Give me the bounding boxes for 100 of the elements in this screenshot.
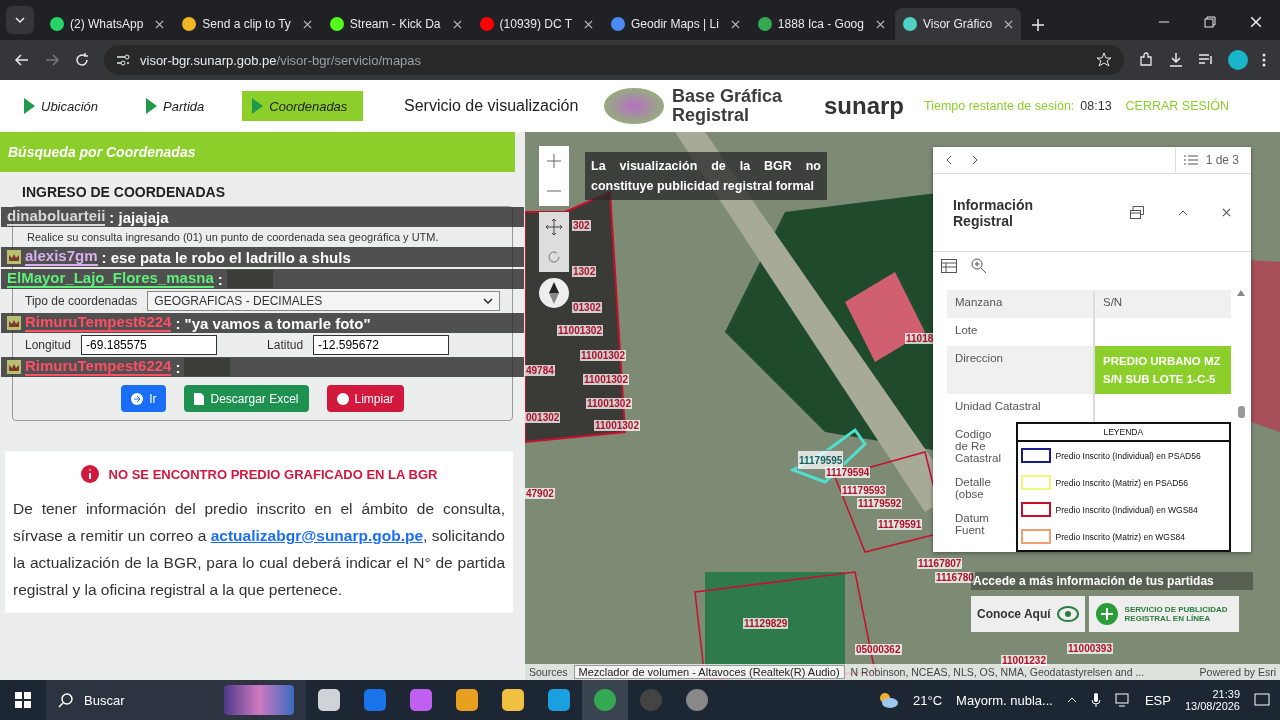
parcel-label: 11001302: [583, 374, 629, 385]
tray-expand-icon[interactable]: [1066, 697, 1077, 703]
language-indicator[interactable]: ESP: [1144, 692, 1171, 708]
legend-title: LEYENDA: [1017, 424, 1229, 442]
attribute-name: Datum Fuent: [954, 511, 990, 538]
scroll-thumb[interactable]: [1237, 406, 1245, 418]
go-button[interactable]: Ir: [121, 385, 167, 412]
restore-icon[interactable]: [1204, 16, 1216, 28]
parcel-label: 47902: [525, 488, 555, 499]
popup-title: Información Registral: [953, 196, 1035, 229]
address-bar[interactable]: visor-bgr.sunarp.gob.pe/visor-bgr/servicio/mapas: [104, 45, 1124, 75]
rotate-icon: [546, 249, 562, 265]
browser-tab[interactable]: Send a clip to Ty: [174, 8, 320, 40]
close-tab-icon[interactable]: [584, 19, 594, 29]
clear-button[interactable]: Limpiar: [326, 385, 404, 412]
dock-icon[interactable]: [1130, 206, 1144, 220]
online-service-button[interactable]: SERVICIO DE PUBLICIDAD REGISTRAL EN LÍNEA: [1088, 596, 1239, 632]
forward-icon[interactable]: [44, 52, 60, 68]
new-tab-icon[interactable]: [1031, 18, 1046, 32]
close-tab-icon[interactable]: [730, 19, 740, 29]
conoce-aqui-button[interactable]: Conoce Aquí: [971, 596, 1085, 632]
microphone-icon[interactable]: [1090, 693, 1101, 707]
browser-tab[interactable]: Visor Gráfico: [894, 8, 1022, 40]
brand-logo: sunarp: [824, 92, 905, 120]
browser-tab[interactable]: 1888 Ica - Goog: [749, 8, 893, 40]
search-mode-tab[interactable]: Ubicación: [14, 91, 115, 121]
weather-cloud-icon[interactable]: [877, 691, 900, 709]
close-icon[interactable]: [1222, 208, 1231, 218]
parcel-label: 11001302: [586, 398, 632, 409]
chevron-down-icon: [483, 298, 493, 304]
browser-tab[interactable]: (10939) DC T: [471, 8, 602, 40]
clock[interactable]: 21:39 13/08/2026: [1184, 688, 1240, 712]
parcel-label: 11001302: [580, 350, 626, 361]
attribute-name: Manzana: [947, 290, 1095, 318]
chat-text: : "ya vamos a tomarle foto": [175, 314, 371, 332]
download-icon[interactable]: [1168, 52, 1184, 68]
plus-circle-icon: [1094, 602, 1119, 626]
notifications-icon[interactable]: [1254, 692, 1270, 708]
browser-tab[interactable]: (2) WhatsApp: [42, 8, 173, 40]
site-icon: [757, 17, 772, 31]
crown-badge-icon: [7, 360, 21, 374]
chat-username: RimuruTempest6224: [25, 358, 172, 376]
email-link[interactable]: actualizabgr@sunarp.gob.pe: [210, 527, 424, 544]
service-title: Servicio de visualización: [404, 97, 580, 115]
windows-start-icon[interactable]: [15, 692, 31, 708]
reload-icon[interactable]: [74, 52, 90, 68]
scroll-up-icon[interactable]: [1237, 290, 1245, 296]
parcel-label: 05000362: [855, 644, 902, 655]
field-label: Longitud: [25, 338, 72, 352]
close-tab-icon[interactable]: [302, 19, 312, 29]
zoom-to-icon[interactable]: [971, 258, 987, 275]
session-label: Tiempo restante de sesión:: [924, 99, 1075, 113]
legend-label: Predio Inscrito (Matriz) en WGS84: [1055, 531, 1186, 542]
chat-text: :: [217, 270, 223, 288]
emote-image-placeholder: [226, 270, 273, 288]
site-settings-icon[interactable]: [116, 53, 130, 67]
browser-tab[interactable]: Geodir Maps | Li: [603, 8, 748, 40]
extensions-icon[interactable]: [1138, 52, 1154, 68]
browser-tab[interactable]: Stream - Kick Da: [321, 8, 470, 40]
crown-badge-icon: [7, 316, 21, 330]
close-tab-icon[interactable]: [875, 19, 885, 29]
bookmark-star-icon[interactable]: [1096, 52, 1112, 68]
logo-emblem-icon: [604, 88, 664, 124]
network-icon[interactable]: [1114, 693, 1131, 707]
parcel-label: 01302: [572, 302, 602, 313]
search-icon: [58, 692, 74, 708]
parcel-label: 11018: [905, 333, 935, 344]
volume-tooltip: Mezclador de volumen - Altavoces (Realtek(R) Audio): [573, 665, 845, 679]
profile-avatar[interactable]: [1228, 50, 1248, 70]
pan-button[interactable]: [539, 212, 569, 242]
coordinate-type-select[interactable]: GEOGRAFICAS - DECIMALES: [147, 291, 500, 311]
back-icon[interactable]: [14, 52, 30, 68]
compass-needle-icon: [549, 282, 559, 304]
parcel-label: 11167807: [917, 558, 963, 569]
crown-badge-icon: [7, 250, 21, 264]
collapse-icon[interactable]: [1178, 209, 1188, 216]
close-tab-icon[interactable]: [155, 19, 165, 29]
taskbar-search[interactable]: Buscar: [46, 680, 306, 720]
field-label: Tipo de coordenadas: [25, 294, 138, 308]
chevron-down-icon[interactable]: [15, 17, 25, 23]
close-tab-icon[interactable]: [452, 19, 462, 29]
attribute-name: Codigo de Re Catastral: [954, 427, 1003, 466]
parcel-label: 11179593: [841, 485, 887, 496]
close-tab-icon[interactable]: [1004, 19, 1014, 29]
feature-counter: 1 de 3: [1205, 152, 1239, 167]
menu-icon[interactable]: [1262, 52, 1266, 68]
sources-text: Sources: [529, 666, 568, 678]
table-icon[interactable]: [941, 259, 957, 274]
tab-search-button[interactable]: [6, 6, 34, 34]
chat-username: alexis7gm: [25, 248, 98, 266]
search-mode-tab[interactable]: Partida: [136, 91, 221, 121]
chevron-right-icon: [971, 154, 979, 165]
chat-text: : jajajaja: [109, 208, 169, 226]
chevron-left-icon: [945, 154, 953, 165]
attribute-value: S/N: [1103, 296, 1123, 308]
longitude-field[interactable]: -69.185575: [81, 335, 218, 355]
search-mode-tab[interactable]: Coordenadas: [242, 91, 364, 121]
site-icon: [182, 17, 197, 31]
latitude-field[interactable]: -12.595672: [313, 335, 450, 355]
excel-button[interactable]: Descargar Excel: [184, 385, 309, 412]
